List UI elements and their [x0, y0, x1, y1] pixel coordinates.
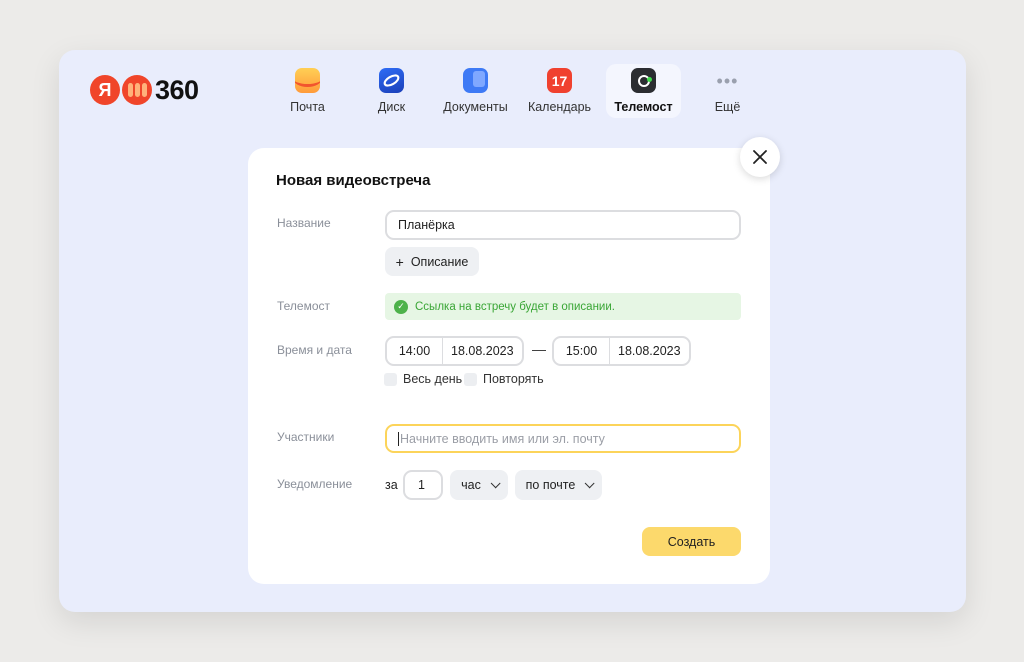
nav-item-label: Почта — [290, 100, 325, 114]
check-circle-icon: ✓ — [394, 299, 408, 314]
telemost-label: Телемост — [277, 299, 331, 313]
repeat-checkbox[interactable]: Повторять — [464, 372, 544, 386]
text-caret — [398, 431, 399, 446]
telemost-notice-text: Ссылка на встречу будет в описании. — [415, 300, 615, 313]
notify-amount-input[interactable]: 1 — [403, 470, 443, 500]
nav-item-disk[interactable]: Диск — [354, 64, 429, 118]
service-nav: Почта Диск Документы 17 Календарь Телемо… — [270, 64, 774, 118]
participants-input[interactable]: Начните вводить имя или эл. почту — [385, 424, 741, 453]
logo-number: 360 — [155, 74, 199, 105]
nav-item-more[interactable]: ••• Ещё — [690, 64, 765, 118]
name-label: Название — [277, 216, 331, 230]
start-time-input[interactable]: 14:00 — [387, 338, 443, 364]
nav-item-label: Календарь — [527, 100, 592, 114]
meeting-name-input[interactable]: Планёрка — [385, 210, 741, 240]
notify-channel-value: по почте — [525, 478, 576, 492]
all-day-label: Весь день — [403, 372, 463, 386]
range-dash: — — [532, 341, 546, 357]
telemost-notice: ✓ Ссылка на встречу будет в описании. — [385, 293, 741, 320]
notify-prefix: за — [385, 478, 398, 492]
plus-icon: + — [395, 253, 404, 270]
meeting-name-value: Планёрка — [398, 218, 455, 232]
docs-icon — [463, 68, 488, 93]
all-day-checkbox[interactable]: Весь день — [384, 372, 462, 386]
repeat-label: Повторять — [483, 372, 544, 386]
close-icon — [753, 150, 767, 164]
notify-unit-select[interactable]: час — [450, 470, 508, 500]
nav-item-telemost[interactable]: Телемост — [606, 64, 681, 118]
checkbox-box — [384, 372, 397, 386]
nav-item-label: Телемост — [614, 100, 673, 114]
start-date-input[interactable]: 18.08.2023 — [443, 338, 522, 364]
participants-label: Участники — [277, 430, 335, 444]
notify-channel-select[interactable]: по почте — [515, 470, 602, 500]
end-datetime: 15:00 18.08.2023 — [552, 336, 691, 366]
participants-placeholder: Начните вводить имя или эл. почту — [400, 431, 605, 446]
telemost-icon — [631, 68, 656, 93]
notification-label: Уведомление — [277, 477, 353, 491]
create-button[interactable]: Создать — [642, 527, 741, 556]
nav-item-label: Документы — [443, 100, 508, 114]
disk-icon — [379, 68, 404, 93]
add-description-button[interactable]: + Описание — [385, 247, 479, 276]
datetime-label: Время и дата — [277, 343, 352, 357]
dialog-title: Новая видеовстреча — [276, 172, 431, 189]
notify-unit-value: час — [461, 478, 481, 492]
close-button[interactable] — [740, 137, 780, 177]
end-time-input[interactable]: 15:00 — [554, 338, 610, 364]
chevron-down-icon — [585, 477, 595, 488]
calendar-icon: 17 — [547, 68, 572, 93]
mail-icon — [295, 68, 320, 93]
more-icon: ••• — [716, 70, 739, 91]
chevron-down-icon — [490, 477, 501, 488]
yandex-360-logo[interactable]: Я 360 — [90, 74, 199, 106]
add-description-label: Описание — [410, 254, 469, 269]
nav-item-mail[interactable]: Почта — [270, 64, 345, 118]
nav-item-calendar[interactable]: 17 Календарь — [522, 64, 597, 118]
nav-item-label: Диск — [377, 100, 406, 114]
nav-item-label: Ещё — [714, 100, 741, 114]
start-datetime: 14:00 18.08.2023 — [385, 336, 524, 366]
nav-item-docs[interactable]: Документы — [438, 64, 513, 118]
notify-amount-value: 1 — [418, 478, 425, 492]
end-date-input[interactable]: 18.08.2023 — [610, 338, 689, 364]
logo-ya-icon: Я — [90, 75, 120, 105]
checkbox-box — [464, 372, 477, 386]
logo-rings-icon — [122, 75, 152, 105]
